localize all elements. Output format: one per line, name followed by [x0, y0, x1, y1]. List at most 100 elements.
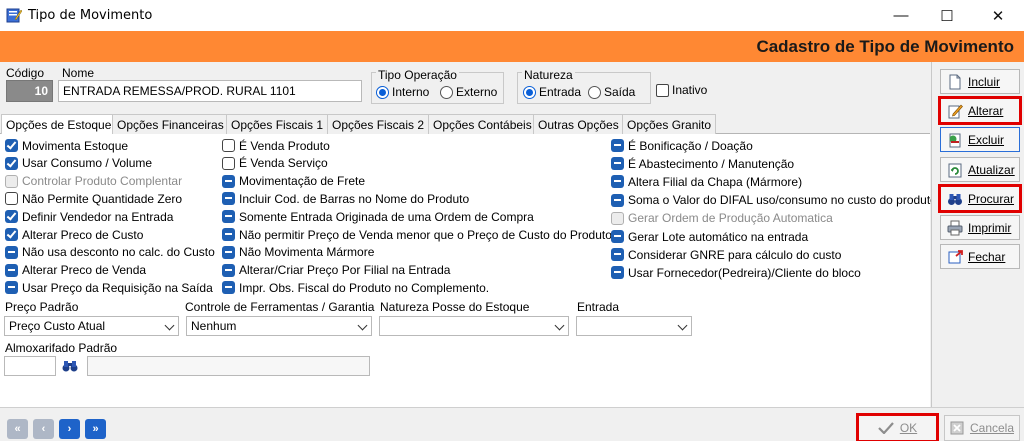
- checkbox-indeterminate: [222, 174, 235, 188]
- option-checkbox[interactable]: Soma o Valor do DIFAL uso/consumo no cus…: [611, 193, 937, 208]
- option-label: Alterar Preco de Venda: [22, 263, 147, 278]
- option-checkbox[interactable]: Não permitir Preço de Venda menor que o …: [222, 227, 612, 242]
- radio-entrada[interactable]: Entrada: [523, 85, 581, 99]
- prev-record-button[interactable]: ‹: [33, 419, 54, 439]
- natureza-label: Natureza: [522, 68, 575, 82]
- radio-saida-label: Saída: [604, 85, 636, 99]
- tab-page-estoque: Movimenta Estoque Usar Consumo / Volume Co…: [0, 134, 937, 407]
- option-checkbox[interactable]: Impr. Obs. Fiscal do Produto no Compleme…: [222, 280, 489, 295]
- incluir-button[interactable]: Incluir: [940, 69, 1020, 94]
- printer-icon: [947, 220, 963, 235]
- checkbox-indeterminate: [611, 139, 624, 152]
- option-checkbox[interactable]: Gerar Lote automático na entrada: [611, 229, 808, 244]
- option-checkbox[interactable]: É Venda Produto: [222, 138, 330, 153]
- radio-dot-selected: [376, 85, 389, 99]
- option-checkbox[interactable]: Movimentação de Frete: [222, 174, 365, 189]
- option-label: Gerar Ordem de Produção Automatica: [628, 211, 833, 226]
- alterar-button[interactable]: Alterar: [938, 96, 1022, 125]
- inativo-checkbox[interactable]: Inativo: [656, 83, 707, 97]
- option-checkbox[interactable]: Usar Fornecedor(Pedreira)/Cliente do blo…: [611, 265, 861, 280]
- option-checkbox[interactable]: Não usa desconto no calc. do Custo: [5, 245, 215, 260]
- tab-opcoes-fiscais-1[interactable]: Opções Fiscais 1: [226, 114, 329, 134]
- option-label: É Abastecimento / Manutenção: [628, 156, 795, 171]
- codigo-label: Código: [6, 66, 45, 80]
- tab-opcoes-estoque[interactable]: Opções de Estoque: [1, 114, 117, 135]
- nome-label: Nome: [62, 66, 95, 80]
- checkbox-indeterminate: [5, 281, 18, 295]
- nome-field[interactable]: ENTRADA REMESSA/PROD. RURAL 1101: [58, 80, 362, 102]
- controle-ferramentas-select[interactable]: Nenhum: [186, 316, 372, 336]
- tab-opcoes-fiscais-2[interactable]: Opções Fiscais 2: [327, 114, 430, 134]
- title-bar: Tipo de Movimento — ☐ ✕: [0, 0, 1024, 31]
- radio-saida[interactable]: Saída: [588, 85, 635, 99]
- option-checkbox[interactable]: Definir Vendedor na Entrada: [5, 209, 173, 224]
- close-window-button[interactable]: ✕: [975, 0, 1021, 31]
- cancel-button[interactable]: Cancela: [944, 415, 1020, 441]
- tab-opcoes-contabeis[interactable]: Opções Contábeis: [428, 114, 537, 134]
- tab-opcoes-granito[interactable]: Opções Granito: [622, 114, 717, 134]
- prev-icon: ‹: [41, 423, 46, 435]
- procurar-button[interactable]: Procurar: [938, 184, 1022, 213]
- option-checkbox[interactable]: Altera Filial da Chapa (Mármore): [611, 174, 802, 189]
- fechar-button[interactable]: Fechar: [940, 244, 1020, 269]
- incluir-label: Incluir: [968, 74, 1001, 89]
- delete-icon: [949, 133, 961, 147]
- option-checkbox[interactable]: Usar Consumo / Volume: [5, 156, 152, 171]
- option-checkbox[interactable]: Alterar Preco de Venda: [5, 263, 146, 278]
- header-banner: Cadastro de Tipo de Movimento: [0, 31, 1024, 62]
- radio-externo[interactable]: Externo: [440, 85, 497, 99]
- option-checkbox[interactable]: Movimenta Estoque: [5, 138, 128, 153]
- checkbox-indeterminate: [222, 263, 235, 277]
- option-label: Alterar/Criar Preço Por Filial na Entrad…: [239, 263, 451, 278]
- excluir-button[interactable]: Excluir: [940, 127, 1020, 152]
- option-label: É Venda Serviço: [239, 156, 328, 171]
- option-checkbox[interactable]: Considerar GNRE para cálculo do custo: [611, 247, 841, 262]
- imprimir-button[interactable]: Imprimir: [940, 215, 1020, 240]
- entrada-select[interactable]: [576, 316, 692, 336]
- option-label: Soma o Valor do DIFAL uso/consumo no cus…: [628, 193, 937, 208]
- radio-dot-selected: [523, 85, 536, 99]
- option-label: Definir Vendedor na Entrada: [22, 209, 174, 224]
- last-record-button[interactable]: »: [85, 419, 106, 439]
- radio-dot: [440, 85, 453, 99]
- option-label: Gerar Lote automático na entrada: [628, 229, 809, 244]
- ok-button[interactable]: OK: [856, 413, 939, 441]
- almoxarifado-code-field[interactable]: [4, 356, 56, 376]
- preco-padrao-label: Preço Padrão: [5, 300, 79, 314]
- option-checkbox[interactable]: Não Movimenta Mármore: [222, 245, 374, 260]
- maximize-button[interactable]: ☐: [924, 0, 970, 31]
- option-checkbox[interactable]: Incluir Cod. de Barras no Nome do Produt…: [222, 191, 469, 206]
- controle-ferramentas-label: Controle de Ferramentas / Garantia: [185, 300, 375, 314]
- option-checkbox[interactable]: É Abastecimento / Manutenção: [611, 156, 794, 171]
- procurar-label: Procurar: [968, 191, 1015, 206]
- minimize-button[interactable]: —: [878, 0, 924, 31]
- close-door-icon: [948, 249, 963, 263]
- option-label: É Venda Produto: [239, 138, 330, 153]
- next-record-button[interactable]: ›: [59, 419, 80, 439]
- preco-padrao-value: Preço Custo Atual: [9, 319, 106, 333]
- checkbox-indeterminate: [222, 192, 235, 206]
- option-checkbox[interactable]: Alterar/Criar Preço Por Filial na Entrad…: [222, 263, 450, 278]
- option-checkbox[interactable]: Somente Entrada Originada de uma Ordem d…: [222, 209, 534, 224]
- option-checkbox[interactable]: Alterar Preco de Custo: [5, 227, 143, 242]
- checkbox-indeterminate: [5, 245, 18, 259]
- atualizar-button[interactable]: Atualizar: [940, 157, 1020, 182]
- tab-outras-opcoes[interactable]: Outras Opções: [533, 114, 624, 134]
- preco-padrao-select[interactable]: Preço Custo Atual: [4, 316, 179, 336]
- radio-interno[interactable]: Interno: [376, 85, 429, 99]
- ok-label: OK: [899, 421, 918, 435]
- checkbox-indeterminate: [222, 281, 235, 295]
- option-checkbox[interactable]: É Venda Serviço: [222, 156, 328, 171]
- tab-opcoes-financeiras[interactable]: Opções Financeiras: [112, 114, 229, 134]
- first-record-button[interactable]: «: [7, 419, 28, 439]
- chevron-down-icon: [554, 320, 565, 331]
- option-checkbox[interactable]: Não Permite Quantidade Zero: [5, 191, 182, 206]
- radio-externo-label: Externo: [456, 85, 498, 99]
- option-checkbox[interactable]: É Bonificação / Doação: [611, 138, 753, 153]
- checkbox-indeterminate: [222, 228, 235, 241]
- binoculars-icon[interactable]: [62, 359, 78, 373]
- atualizar-label: Atualizar: [968, 162, 1015, 177]
- minimize-icon: —: [893, 7, 909, 24]
- option-checkbox[interactable]: Usar Preço da Requisição na Saída: [5, 280, 213, 295]
- natureza-posse-select[interactable]: [379, 316, 569, 336]
